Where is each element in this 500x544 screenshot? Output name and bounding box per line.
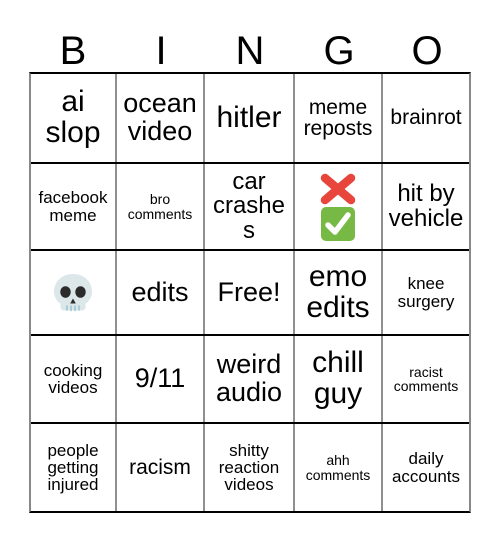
bingo-free-space-cell[interactable]: Free!	[205, 251, 295, 334]
bingo-grid: ai slop ocean video hitler meme reposts brai…	[29, 72, 471, 513]
bingo-cell[interactable]	[31, 251, 117, 334]
skull-emoji	[50, 270, 96, 316]
bingo-cell[interactable]: weird audio	[205, 336, 295, 422]
bingo-cell-label: Free!	[217, 276, 281, 307]
bingo-cell[interactable]: car crashes	[205, 164, 295, 249]
bingo-cell-label: racism	[129, 455, 191, 479]
bingo-header-letter-g: G	[323, 29, 355, 73]
bingo-cell[interactable]: ocean video	[117, 74, 205, 162]
bingo-cell-label: daily accounts	[391, 449, 461, 486]
bingo-cell[interactable]: brainrot	[383, 74, 469, 162]
bingo-cell[interactable]: hitler	[205, 74, 295, 162]
bingo-cell-label: car crashes	[212, 167, 286, 244]
bingo-cell[interactable]: ai slop	[31, 74, 117, 162]
bingo-row: edits Free! emo edits knee surgery	[31, 251, 469, 336]
bingo-cell[interactable]: edits	[117, 251, 205, 334]
bingo-cell-label: brainrot	[390, 106, 462, 130]
bingo-cell[interactable]: emo edits	[295, 251, 383, 334]
bingo-row: cooking videos 9/11 weird audio chill guy ra…	[31, 336, 469, 424]
bingo-cell-label: ahh comments	[305, 452, 371, 483]
bingo-cell-icons	[50, 270, 96, 316]
bingo-header-letter-n: N	[235, 29, 265, 73]
bingo-cell[interactable]: racist comments	[383, 336, 469, 422]
bingo-cell-label: weird audio	[215, 349, 283, 407]
bingo-cell-label: 9/11	[134, 363, 186, 394]
bingo-cell-label: shitty reaction videos	[218, 440, 280, 495]
bingo-cell[interactable]: facebook meme	[31, 164, 117, 249]
bingo-cell[interactable]: meme reposts	[295, 74, 383, 162]
bingo-cell[interactable]: knee surgery	[383, 251, 469, 334]
bingo-cell-label: facebook meme	[38, 188, 108, 225]
bingo-cell[interactable]: people getting injured	[31, 424, 117, 511]
bingo-row: facebook meme bro comments car crashes hit …	[31, 164, 469, 251]
bingo-cell[interactable]: 9/11	[117, 336, 205, 422]
bingo-cell-label: hit by vehicle	[388, 180, 464, 232]
bingo-cell[interactable]: ahh comments	[295, 424, 383, 511]
bingo-cell-icons	[317, 172, 359, 242]
bingo-cell[interactable]: chill guy	[295, 336, 383, 422]
bingo-cell-label: ocean video	[123, 88, 197, 146]
bingo-header-letter-o: O	[411, 29, 443, 73]
bingo-cell-label: people getting injured	[47, 440, 99, 495]
bingo-cell[interactable]: hit by vehicle	[383, 164, 469, 249]
bingo-cell-label: cooking videos	[43, 360, 103, 397]
bingo-cell[interactable]: shitty reaction videos	[205, 424, 295, 511]
bingo-cell-label: knee surgery	[397, 274, 455, 311]
cross-mark-emoji	[317, 172, 359, 206]
bingo-cell[interactable]: daily accounts	[383, 424, 469, 511]
bingo-cell[interactable]: racism	[117, 424, 205, 511]
bingo-cell[interactable]	[295, 164, 383, 249]
bingo-header-row: B I N G O	[29, 22, 471, 72]
bingo-cell-label: bro comments	[127, 191, 193, 222]
bingo-cell-label: edits	[131, 276, 189, 307]
bingo-cell-label: racist comments	[393, 363, 459, 394]
check-mark-button-emoji	[319, 206, 357, 242]
bingo-cell-label: emo edits	[306, 259, 370, 324]
bingo-cell-label: ai slop	[45, 85, 101, 149]
bingo-row: people getting injured racism shitty react…	[31, 424, 469, 511]
bingo-cell[interactable]: cooking videos	[31, 336, 117, 422]
bingo-header-letter-i: I	[155, 29, 167, 73]
bingo-cell-label: meme reposts	[303, 95, 373, 140]
bingo-cell[interactable]: bro comments	[117, 164, 205, 249]
bingo-cell-label: hitler	[216, 100, 282, 134]
bingo-header-letter-b: B	[59, 29, 87, 73]
bingo-card: B I N G O ai slop ocean video hitler meme r…	[0, 0, 500, 544]
bingo-row: ai slop ocean video hitler meme reposts brai…	[31, 74, 469, 164]
bingo-cell-label: chill guy	[312, 346, 364, 410]
